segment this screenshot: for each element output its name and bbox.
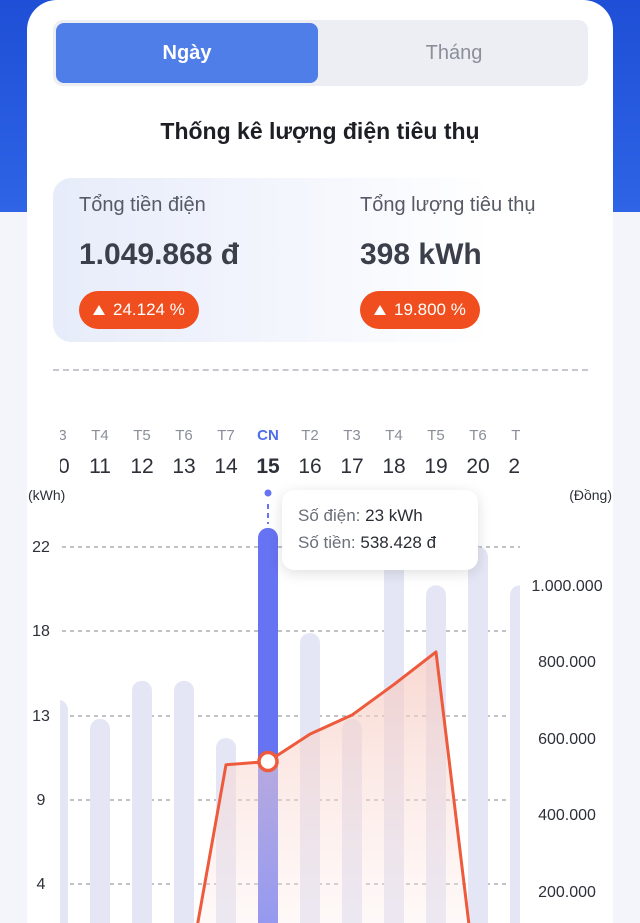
y-left-tick-label: 18	[32, 623, 50, 640]
selected-dot	[264, 489, 272, 497]
cost-change-value: 24.124 %	[113, 300, 185, 319]
y-right-tick-label: 200.000	[538, 884, 596, 901]
bar-11	[90, 718, 110, 923]
usage-change-badge: 19.800 %	[360, 291, 480, 329]
cost-change-badge: 24.124 %	[79, 291, 199, 329]
up-arrow-icon	[93, 305, 105, 315]
y-left-tick-label: 4	[37, 876, 46, 893]
day-label: 21	[508, 455, 531, 478]
weekday-label: T7	[511, 427, 529, 444]
period-segmented-control: Ngày Tháng	[53, 20, 588, 86]
cost-area	[197, 651, 469, 923]
y-left-unit-label: (kWh)	[28, 487, 65, 503]
weekday-label: T5	[427, 427, 445, 444]
y-left-tick-label: 22	[32, 539, 50, 556]
weekday-label: T4	[385, 427, 403, 444]
weekday-label: T2	[301, 427, 319, 444]
bar-10	[60, 700, 68, 923]
day-label: 19	[424, 455, 447, 478]
tab-day[interactable]: Ngày	[56, 23, 318, 83]
tooltip-cost-label: Số tiền:	[298, 533, 356, 552]
y-right-tick-label: 400.000	[538, 807, 596, 824]
day-label: 17	[340, 455, 363, 478]
dashed-divider	[53, 369, 588, 371]
tab-month[interactable]: Tháng	[323, 23, 585, 83]
y-left-tick-label: 13	[32, 708, 50, 725]
day-label: 13	[172, 455, 195, 478]
usage-value: 398 kWh	[360, 238, 482, 271]
y-right-tick-label: 800.000	[538, 654, 596, 671]
weekday-label: T6	[175, 427, 193, 444]
bar-12	[132, 680, 152, 923]
y-right-unit-label: (Đồng)	[569, 487, 612, 503]
day-label: 10	[46, 455, 69, 478]
cost-value: 1.049.868 đ	[79, 238, 240, 271]
day-label: 18	[382, 455, 405, 478]
usage-label: Tổng lượng tiêu thụ	[360, 194, 536, 216]
bar-21	[510, 585, 520, 923]
cost-label: Tổng tiền điện	[79, 194, 206, 216]
summary-box: Tổng tiền điện 1.049.868 đ 24.124 % Tổng…	[53, 178, 536, 342]
day-label: 12	[130, 455, 153, 478]
weekday-label: T5	[133, 427, 151, 444]
day-label: 11	[89, 455, 111, 478]
tooltip-kwh-value: 23 kWh	[365, 506, 423, 525]
weekday-label: T7	[217, 427, 235, 444]
selected-cost-point	[257, 750, 279, 773]
weekday-label: T6	[469, 427, 487, 444]
y-right-tick-label: 600.000	[538, 731, 596, 748]
tooltip-cost-value: 538.428 đ	[360, 533, 437, 552]
y-left-tick-label: 9	[37, 792, 46, 809]
page-title: Thống kê lượng điện tiêu thụ	[160, 118, 480, 144]
up-arrow-icon	[374, 305, 386, 315]
day-label: 20	[466, 455, 489, 478]
day-label: 14	[214, 455, 238, 478]
weekday-label: T3	[49, 427, 67, 444]
bar-13	[174, 680, 194, 923]
weekday-label: T4	[91, 427, 109, 444]
usage-change-value: 19.800 %	[394, 300, 466, 319]
weekday-label: CN	[257, 427, 279, 444]
tooltip-kwh-label: Số điện:	[298, 506, 361, 525]
bar-20	[468, 547, 488, 923]
y-right-tick-label: 1.000.000	[531, 578, 602, 595]
value-tooltip: Số điện: 23 kWh Số tiền: 538.428 đ	[282, 490, 478, 570]
day-label: 16	[298, 455, 321, 478]
statistics-card: Ngày Tháng Thống kê lượng điện tiêu thụ …	[27, 0, 613, 923]
day-label: 15	[256, 455, 280, 478]
weekday-label: T3	[343, 427, 361, 444]
